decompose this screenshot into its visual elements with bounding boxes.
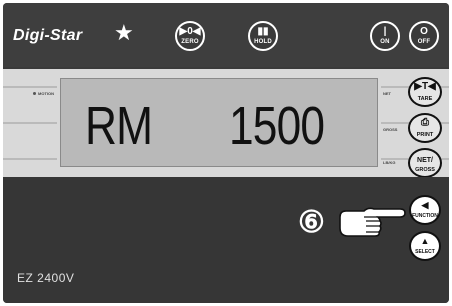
lcd-display: RM 1500 <box>60 78 378 167</box>
brand-star-icon: ★ <box>114 20 134 45</box>
print-label: PRINT <box>416 132 434 138</box>
function-label: FUNCTION <box>412 213 438 219</box>
unit-indicator-label: LB/KG <box>383 160 396 165</box>
function-button[interactable]: ◀ FUNCTION <box>409 195 441 225</box>
select-button[interactable]: ▲ SELECT <box>409 231 441 261</box>
pointing-hand-icon <box>339 207 406 237</box>
off-label: OFF <box>417 39 431 45</box>
tare-button[interactable]: ▶T◀ TARE <box>408 77 442 107</box>
hold-label: HOLD <box>254 39 272 45</box>
zero-button[interactable]: ▶0◀ ZERO <box>175 21 205 51</box>
print-button[interactable]: ⎙ PRINT <box>408 113 442 143</box>
motion-indicator-dot <box>33 92 36 95</box>
power-off-icon: O <box>420 26 428 37</box>
up-arrow-icon: ▲ <box>420 236 430 246</box>
tare-label: TARE <box>417 96 433 102</box>
on-label: ON <box>380 39 390 45</box>
motion-indicator-label: MOTION <box>38 91 54 96</box>
net-label: NET/ <box>417 157 433 164</box>
select-label: SELECT <box>415 249 435 255</box>
gross-indicator-label: GROSS <box>383 127 398 132</box>
display-mode-text: RM <box>85 96 153 156</box>
gross-label: GROSS <box>415 167 435 173</box>
model-label: EZ 2400V <box>17 271 75 285</box>
hold-button[interactable]: ▮▮ HOLD <box>248 21 278 51</box>
on-button[interactable]: | ON <box>370 21 400 51</box>
display-value-text: 1500 <box>229 96 325 156</box>
left-arrow-icon: ◀ <box>421 200 429 210</box>
net-indicator-label: NET <box>383 91 391 96</box>
indicator-faceplate: Digi-Star ★ ▶0◀ ZERO ▮▮ HOLD | ON O OFF … <box>3 3 449 303</box>
hold-icon: ▮▮ <box>257 26 269 37</box>
zero-label: ZERO <box>181 39 199 45</box>
zero-icon: ▶0◀ <box>179 26 201 37</box>
printer-icon: ⎙ <box>421 117 429 128</box>
power-on-icon: | <box>383 26 387 37</box>
off-button[interactable]: O OFF <box>409 21 439 51</box>
tare-icon: ▶T◀ <box>414 81 436 92</box>
step-number: ⑥ <box>298 206 325 239</box>
brand-logo: Digi-Star <box>13 27 83 44</box>
net-gross-button[interactable]: NET/ GROSS <box>408 148 442 178</box>
